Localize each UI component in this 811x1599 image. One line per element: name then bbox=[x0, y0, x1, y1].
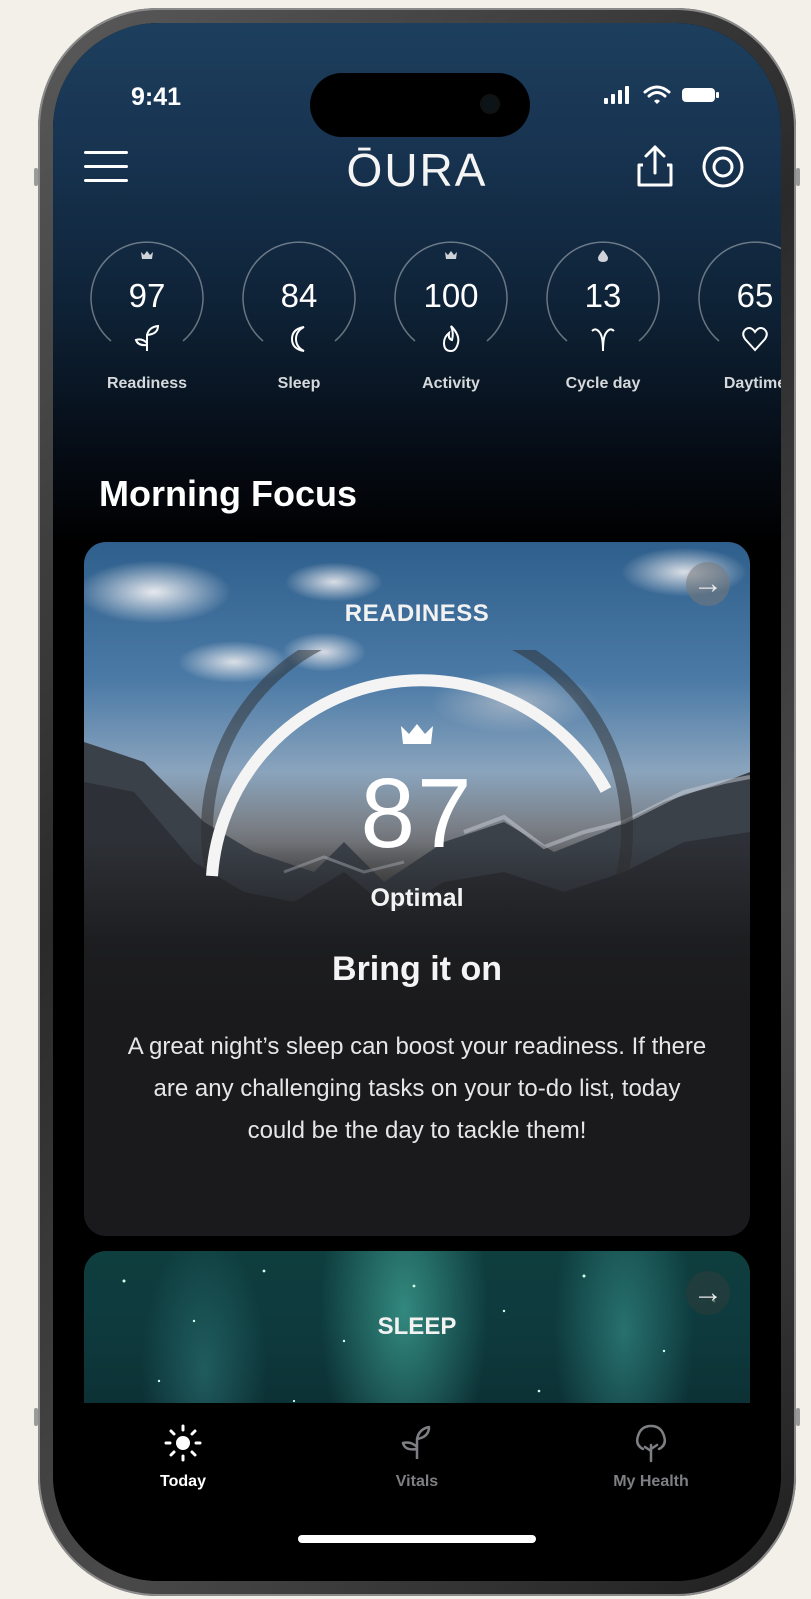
tab-vitals[interactable]: Vitals bbox=[327, 1403, 507, 1491]
tab-today[interactable]: Today bbox=[93, 1403, 273, 1491]
flame-icon bbox=[442, 325, 460, 353]
ring-status-button[interactable] bbox=[701, 145, 745, 189]
home-indicator bbox=[298, 1535, 536, 1543]
signal-icon bbox=[604, 86, 629, 104]
phone-side-button bbox=[796, 168, 800, 186]
score-readiness[interactable]: 97 Readiness bbox=[85, 237, 209, 407]
score-label: Sleep bbox=[277, 375, 321, 392]
status-time: 9:41 bbox=[131, 83, 182, 111]
readiness-score: 87 bbox=[360, 758, 474, 868]
sun-icon bbox=[164, 1424, 202, 1462]
phone-side-button bbox=[796, 1408, 800, 1426]
score-value: 97 bbox=[128, 277, 166, 314]
score-label: Activity bbox=[422, 375, 480, 392]
card-kicker: SLEEP bbox=[377, 1313, 457, 1340]
ring-icon bbox=[702, 146, 744, 188]
crown-icon bbox=[389, 249, 513, 263]
score-value: 65 bbox=[736, 277, 774, 314]
score-rings: 97 Readiness 84 Sleep 100 Activity 13 Cycle … bbox=[85, 237, 781, 407]
tab-label: Vitals bbox=[395, 1473, 439, 1490]
score-sleep[interactable]: 84 Sleep bbox=[237, 237, 361, 407]
crown-icon bbox=[401, 724, 433, 744]
share-icon bbox=[637, 145, 673, 187]
crown-icon bbox=[85, 249, 209, 263]
tab-my-health[interactable]: My Health bbox=[561, 1403, 741, 1491]
dynamic-island bbox=[310, 73, 530, 137]
camera-icon bbox=[480, 94, 500, 114]
score-label: Readiness bbox=[106, 375, 188, 392]
phone-side-button bbox=[34, 1408, 38, 1426]
phone-side-button bbox=[34, 168, 38, 186]
tab-label: My Health bbox=[613, 1473, 689, 1490]
score-value: 84 bbox=[280, 277, 318, 314]
card-body: A great night’s sleep can boost your rea… bbox=[127, 1033, 707, 1144]
card-kicker: READINESS bbox=[344, 600, 490, 627]
battery-icon bbox=[682, 88, 719, 102]
card-headline: Bring it on bbox=[332, 950, 502, 988]
share-button[interactable] bbox=[635, 143, 675, 189]
screen: 9:41 ŌURA 97 Readiness 84 Sleep 100 Acti… bbox=[53, 23, 781, 1581]
score-cycle-day[interactable]: 13 Cycle day bbox=[541, 237, 665, 407]
moon-icon bbox=[290, 326, 305, 352]
sprout-icon bbox=[401, 1425, 431, 1459]
status-icons bbox=[603, 85, 721, 105]
tab-bar: Today Vitals My Health bbox=[53, 1403, 781, 1581]
score-label: Cycle day bbox=[565, 375, 641, 392]
heart-icon bbox=[742, 327, 768, 352]
cycle-icon bbox=[591, 328, 615, 352]
sleep-arrow-button[interactable]: → bbox=[686, 1271, 730, 1315]
readiness-sprout-icon bbox=[134, 324, 160, 351]
phone-frame: 9:41 ŌURA 97 Readiness 84 Sleep 100 Acti… bbox=[34, 8, 800, 1596]
score-daytime[interactable]: 65 Daytime bbox=[693, 237, 781, 407]
wifi-icon bbox=[643, 85, 671, 104]
tab-label: Today bbox=[160, 1473, 206, 1490]
top-bar: ŌURA bbox=[53, 143, 781, 213]
score-activity[interactable]: 100 Activity bbox=[389, 237, 513, 407]
tree-icon bbox=[635, 1424, 667, 1463]
readiness-card[interactable]: → READINESS 87 Optimal Bring it on A gre… bbox=[84, 542, 750, 1236]
score-label: Daytime bbox=[723, 375, 781, 392]
section-title: Morning Focus bbox=[99, 473, 357, 514]
score-value: 13 bbox=[584, 277, 622, 314]
drop-icon bbox=[541, 249, 665, 266]
score-value: 100 bbox=[423, 277, 479, 314]
readiness-state: Optimal bbox=[370, 884, 464, 912]
